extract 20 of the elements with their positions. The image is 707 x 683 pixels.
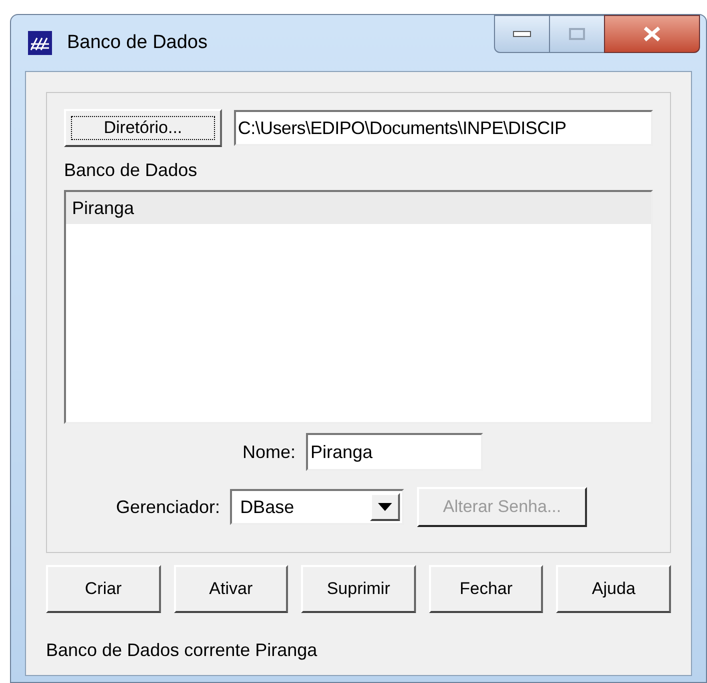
list-label: Banco de Dados: [64, 159, 198, 182]
list-item[interactable]: Piranga: [66, 192, 651, 224]
status-text: Banco de Dados corrente Piranga: [46, 639, 318, 662]
manager-dropdown[interactable]: DBase: [230, 489, 404, 525]
grid-app-icon: [27, 30, 53, 56]
close-button[interactable]: [604, 15, 700, 53]
maximize-button[interactable]: [550, 15, 604, 53]
manager-label: Gerenciador:: [116, 496, 220, 518]
name-label: Nome:: [242, 440, 296, 464]
close-icon: [642, 26, 662, 42]
name-field[interactable]: Piranga: [306, 433, 482, 471]
dialog-button[interactable]: Criar: [46, 565, 161, 613]
dialog-button[interactable]: Ajuda: [556, 565, 671, 613]
dialog-button[interactable]: Suprimir: [301, 565, 416, 613]
minimize-button[interactable]: [494, 15, 550, 53]
path-field[interactable]: C:\Users\EDIPO\Documents\INPE\DISCIP: [234, 110, 653, 146]
dialog-button[interactable]: Fechar: [428, 565, 544, 613]
window-title: Banco de Dados: [67, 30, 208, 55]
dialog-button[interactable]: Ativar: [174, 565, 288, 613]
directory-button[interactable]: Diretório...: [64, 109, 222, 147]
